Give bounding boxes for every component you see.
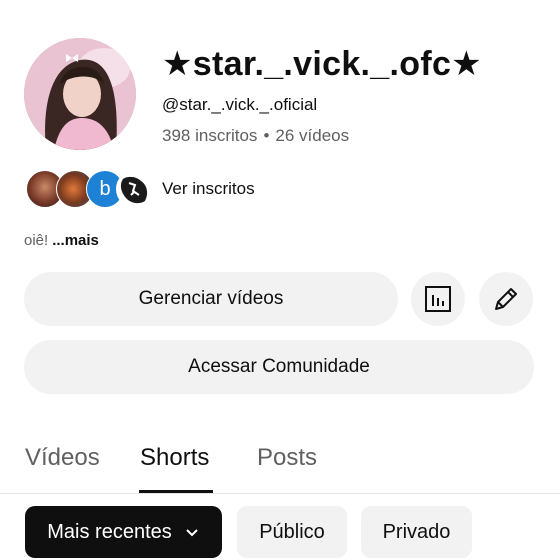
subscriber-count: 398 inscritos: [162, 126, 258, 145]
channel-stats: 398 inscritos • 26 vídeos: [162, 126, 349, 146]
tab-videos[interactable]: Vídeos: [25, 444, 100, 472]
subscriber-avatar-drawing: [117, 171, 153, 207]
edit-channel-button[interactable]: [479, 272, 533, 326]
access-community-label: Acessar Comunidade: [188, 356, 370, 377]
channel-name: ★star._.vick._.ofc★: [162, 45, 482, 83]
access-community-button[interactable]: Acessar Comunidade: [24, 340, 534, 394]
tab-posts[interactable]: Posts: [257, 444, 317, 472]
analytics-button[interactable]: [411, 272, 465, 326]
filter-chip-label: Público: [259, 520, 325, 543]
chevron-down-icon: [184, 524, 200, 540]
tab-shorts[interactable]: Shorts: [140, 444, 209, 472]
channel-handle: @star._.vick._.oficial: [162, 95, 318, 114]
view-subscribers-link[interactable]: Ver inscritos: [162, 179, 255, 199]
manage-videos-label: Gerenciar vídeos: [138, 288, 284, 309]
description-text: oiê!: [24, 232, 49, 249]
filter-chip-label: Mais recentes: [47, 520, 172, 543]
filter-chip-most-recent[interactable]: Mais recentes: [25, 506, 222, 558]
pencil-icon: [491, 284, 521, 314]
analytics-icon: [424, 285, 452, 313]
manage-videos-button[interactable]: Gerenciar vídeos: [24, 272, 398, 326]
channel-avatar[interactable]: [24, 38, 136, 150]
filter-chip-private[interactable]: Privado: [361, 506, 472, 558]
filter-chip-public[interactable]: Público: [237, 506, 347, 558]
subscriber-avatar: [116, 170, 154, 208]
subscribers-row[interactable]: b Ver inscritos: [26, 170, 255, 208]
channel-description[interactable]: oiê! ...mais: [24, 232, 99, 249]
stats-separator: •: [263, 126, 270, 145]
subscriber-avatars: b: [26, 170, 154, 208]
video-count: 26 vídeos: [275, 126, 350, 145]
avatar-portrait-image: [24, 38, 136, 150]
active-tab-indicator: [139, 490, 213, 493]
channel-tabs: Vídeos Shorts Posts: [0, 430, 560, 494]
filter-chip-label: Privado: [382, 520, 451, 543]
description-more-link[interactable]: ...mais: [52, 232, 99, 249]
